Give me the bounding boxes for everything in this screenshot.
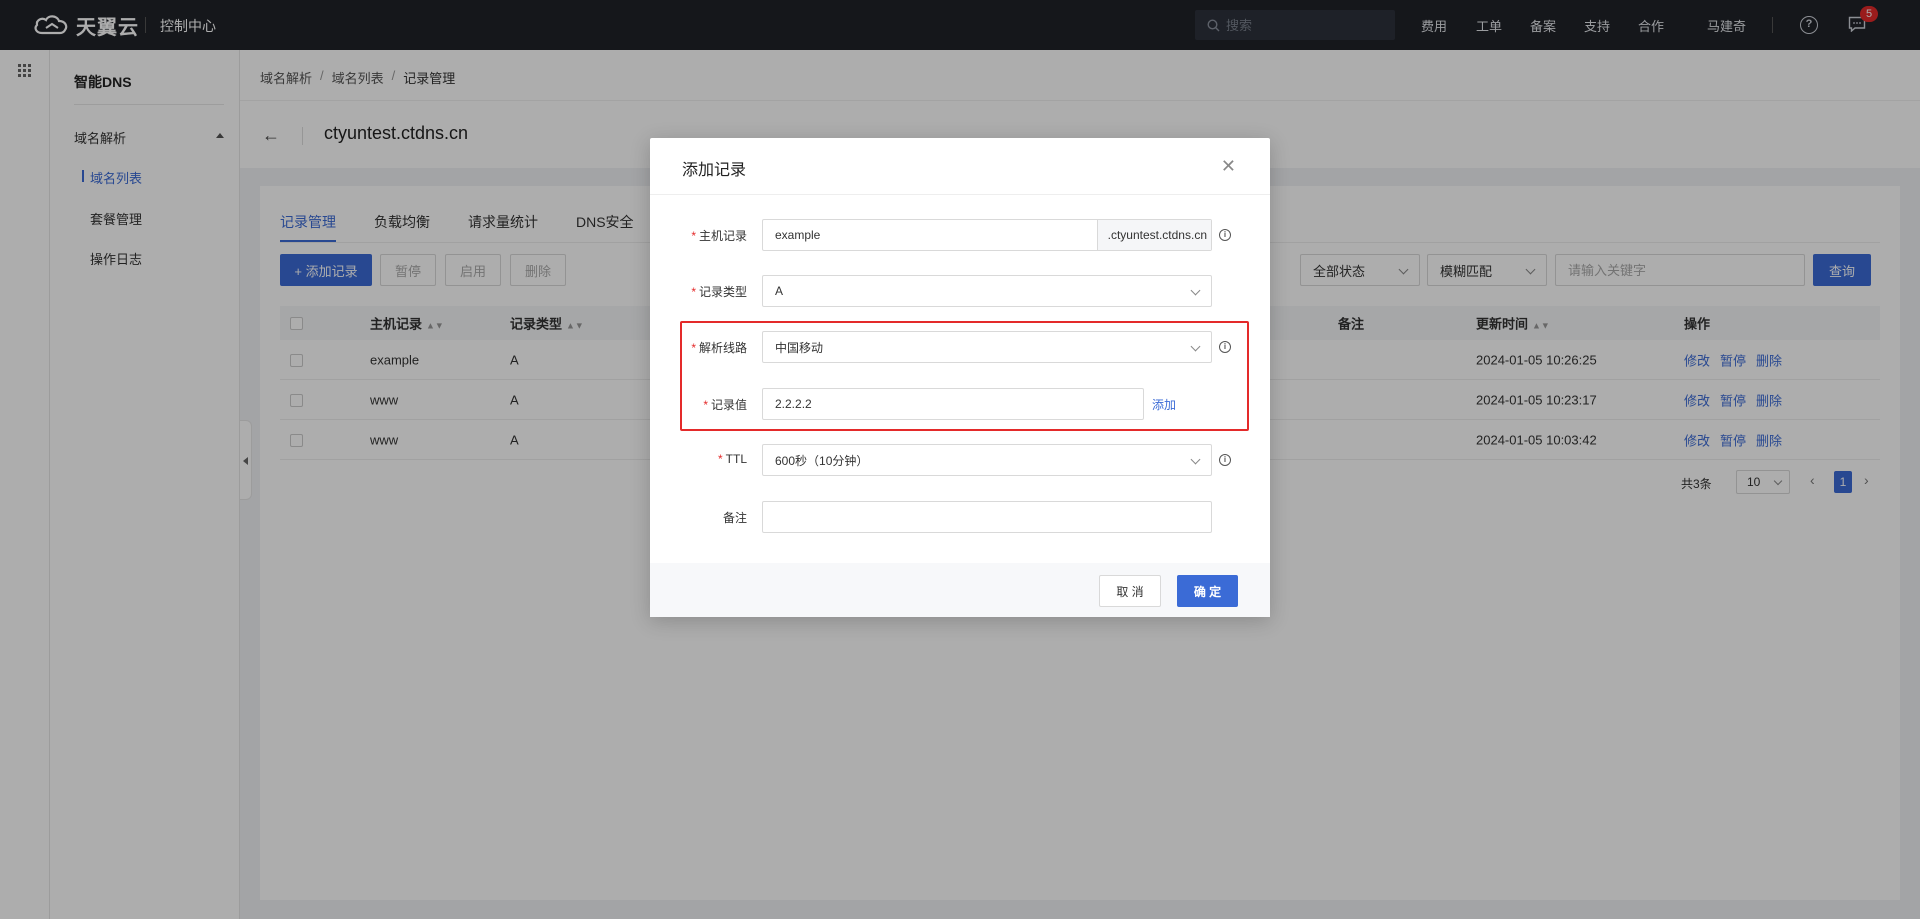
record-value-value: 2.2.2.2 bbox=[775, 397, 812, 411]
ttl-value: 600秒（10分钟） bbox=[775, 453, 869, 468]
close-icon[interactable]: ✕ bbox=[1221, 156, 1236, 177]
info-icon[interactable]: i bbox=[1219, 229, 1231, 241]
ttl-select[interactable]: 600秒（10分钟） bbox=[762, 444, 1212, 476]
divider bbox=[650, 194, 1270, 195]
confirm-button[interactable]: 确 定 bbox=[1177, 575, 1238, 607]
cancel-button[interactable]: 取 消 bbox=[1099, 575, 1161, 607]
add-value-link[interactable]: 添加 bbox=[1152, 396, 1176, 413]
value-label: * 记录值 bbox=[703, 398, 747, 412]
line-label: * 解析线路 bbox=[691, 341, 747, 355]
host-label: * 主机记录 bbox=[691, 229, 747, 243]
chevron-down-icon bbox=[1190, 454, 1201, 465]
info-icon[interactable]: i bbox=[1219, 341, 1231, 353]
host-input[interactable]: example .ctyuntest.ctdns.cn bbox=[762, 219, 1212, 251]
remark-input[interactable] bbox=[762, 501, 1212, 533]
resolve-line-select[interactable]: 中国移动 bbox=[762, 331, 1212, 363]
dialog-footer: 取 消 确 定 bbox=[650, 563, 1270, 617]
resolve-line-value: 中国移动 bbox=[775, 340, 824, 355]
record-value-input[interactable]: 2.2.2.2 bbox=[762, 388, 1144, 420]
ttl-label: * TTL bbox=[717, 452, 747, 466]
chevron-down-icon bbox=[1190, 285, 1201, 296]
record-type-select[interactable]: A bbox=[762, 275, 1212, 307]
host-suffix: .ctyuntest.ctdns.cn bbox=[1096, 220, 1211, 250]
chevron-down-icon bbox=[1190, 341, 1201, 352]
add-record-dialog: 添加记录 ✕ * 主机记录 example .ctyuntest.ctdns.cn… bbox=[650, 138, 1270, 617]
host-value: example bbox=[775, 228, 821, 242]
dialog-title: 添加记录 bbox=[682, 162, 747, 179]
info-icon[interactable]: i bbox=[1219, 454, 1231, 466]
type-label: * 记录类型 bbox=[691, 285, 747, 299]
remark-label: 备注 bbox=[722, 511, 747, 525]
record-type-value: A bbox=[775, 284, 784, 298]
